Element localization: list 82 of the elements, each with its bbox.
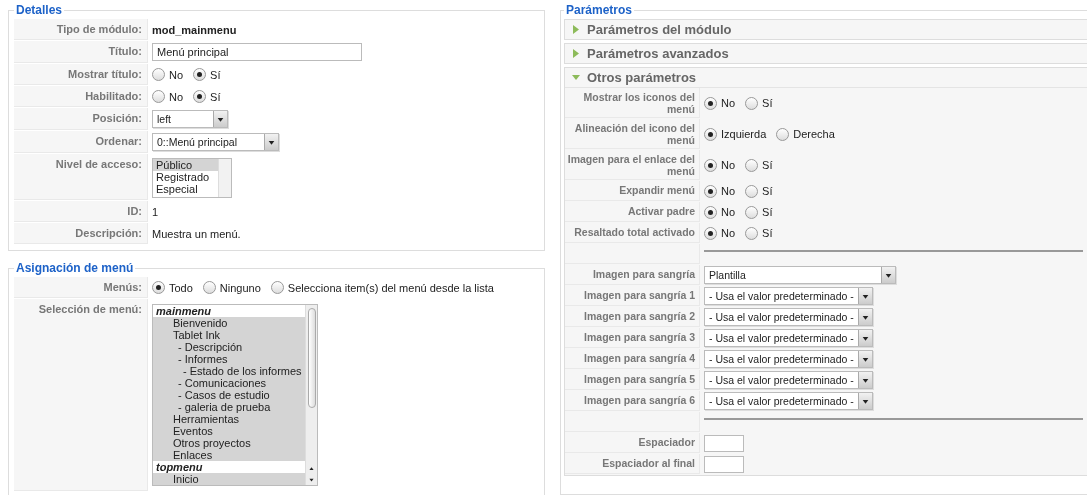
radio-label: Selecciona item(s) del menú desde la lista — [287, 281, 494, 294]
field-label: Imagen para sangría — [592, 268, 695, 280]
radio-label: Izquierda — [721, 128, 767, 140]
dropdown[interactable]: - Usa el valor predeterminado - — [704, 287, 873, 305]
radio-label: Sí — [210, 90, 221, 103]
field-label: Mostrar título: — [68, 68, 142, 80]
radio-label: No — [721, 206, 736, 218]
list-option[interactable]: - Informes — [153, 353, 305, 365]
radio-label: Sí — [762, 97, 773, 109]
field-label: Imagen para sangría 5 — [584, 373, 695, 385]
field-label: Imagen para sangría 4 — [584, 352, 695, 364]
field-label: Descripción: — [75, 227, 142, 239]
radio-label: Sí — [762, 227, 773, 239]
field-label: Expandir menú — [619, 184, 695, 196]
field-label: Imagen para sangría 3 — [584, 331, 695, 343]
field-label: Alineación del icono del menú — [574, 122, 695, 146]
list-option[interactable]: - galeria de prueba — [153, 401, 305, 413]
field-label: Posición: — [92, 112, 142, 124]
list-option[interactable]: Enlaces — [153, 449, 305, 461]
section-title: Detalles — [15, 3, 64, 17]
radio-label: Todo — [169, 281, 193, 294]
field-value: Muestra un menú. — [152, 227, 241, 240]
group-header: mainmenu — [155, 305, 212, 317]
list-option[interactable]: Eventos — [153, 425, 305, 437]
field-label: Activar padre — [627, 205, 695, 217]
dropdown[interactable]: 0::Menú principal — [152, 133, 279, 151]
radio-label: Sí — [762, 206, 773, 218]
field-label: Ordenar: — [95, 135, 142, 147]
field-label: ID: — [127, 205, 142, 217]
dropdown[interactable]: left — [152, 110, 228, 128]
list-option[interactable]: - Casos de estudio — [153, 389, 305, 401]
list-box[interactable]: mainmenu Bienvenido Tablet Ink - Descripción - Informes - Estado de los informes - Comunicaciones - Casos de estudio - galeria de prueba Herramientas Eventos Otros proyectos Enlaces topmenu Inicio — [152, 304, 318, 486]
field-label: Habilitado: — [85, 90, 142, 102]
text-field[interactable]: Menú principal — [152, 43, 362, 61]
dropdown[interactable]: - Usa el valor predeterminado - — [704, 350, 873, 368]
field-label: Tipo de módulo: — [56, 23, 142, 35]
dropdown[interactable]: - Usa el valor predeterminado - — [704, 371, 873, 389]
radio-label: No — [721, 185, 736, 197]
panel-header[interactable]: Parámetros avanzados — [565, 44, 1087, 63]
radio-label: Sí — [762, 159, 773, 171]
panel-header[interactable]: Otros parámetros — [565, 68, 1087, 87]
list-option[interactable]: Otros proyectos — [153, 437, 305, 449]
radio-label: No — [169, 68, 184, 81]
field-label: Mostrar los iconos del menú — [583, 91, 695, 115]
dropdown[interactable]: - Usa el valor predeterminado - — [704, 308, 873, 326]
field-label: Menús: — [103, 281, 142, 293]
radio-label: No — [721, 159, 736, 171]
list-option[interactable]: - Descripción — [153, 341, 305, 353]
section-title: Parámetros — [565, 4, 634, 17]
list-option[interactable]: Bienvenido — [153, 317, 305, 329]
list-box[interactable]: Público Registrado Especial — [152, 158, 232, 198]
field-value: mod_mainmenu — [152, 23, 237, 36]
field-label: Nivel de acceso: — [55, 158, 142, 170]
radio-label: No — [721, 97, 736, 109]
field-label: Título: — [108, 45, 142, 57]
field-label: Imagen para sangría 1 — [584, 289, 695, 301]
field-label: Espaciador al final — [602, 457, 695, 469]
list-option[interactable]: Tablet Ink — [153, 329, 305, 341]
dropdown[interactable]: - Usa el valor predeterminado - — [704, 392, 873, 410]
radio-label: Sí — [210, 68, 221, 81]
list-option[interactable]: - Estado de los informes — [153, 365, 305, 377]
group-header: topmenu — [155, 461, 204, 473]
list-option[interactable]: Herramientas — [153, 413, 305, 425]
field-value: 1 — [152, 205, 159, 218]
radio-label: No — [169, 90, 184, 103]
field-label: Imagen para sangría 6 — [584, 394, 695, 406]
field-label: Selección de menú: — [38, 303, 142, 315]
section-title: Asignación de menú — [15, 261, 135, 275]
field-label: Resaltado total activado — [574, 226, 695, 238]
dropdown[interactable]: - Usa el valor predeterminado - — [704, 329, 873, 347]
list-option[interactable]: - Comunicaciones — [153, 377, 305, 389]
list-option[interactable]: Inicio — [153, 473, 305, 485]
radio-label: Derecha — [793, 128, 835, 140]
radio-label: No — [721, 227, 736, 239]
radio-label: Sí — [762, 185, 773, 197]
dropdown[interactable]: Plantilla — [704, 266, 896, 284]
field-label: Imagen para el enlace del menú — [567, 153, 695, 177]
panel-header[interactable]: Parámetros del módulo — [565, 20, 1087, 39]
field-label: Imagen para sangría 2 — [584, 310, 695, 322]
radio-label: Ninguno — [219, 281, 261, 294]
list-option[interactable]: Público — [153, 159, 218, 171]
field-label: Espaciador — [638, 436, 695, 448]
